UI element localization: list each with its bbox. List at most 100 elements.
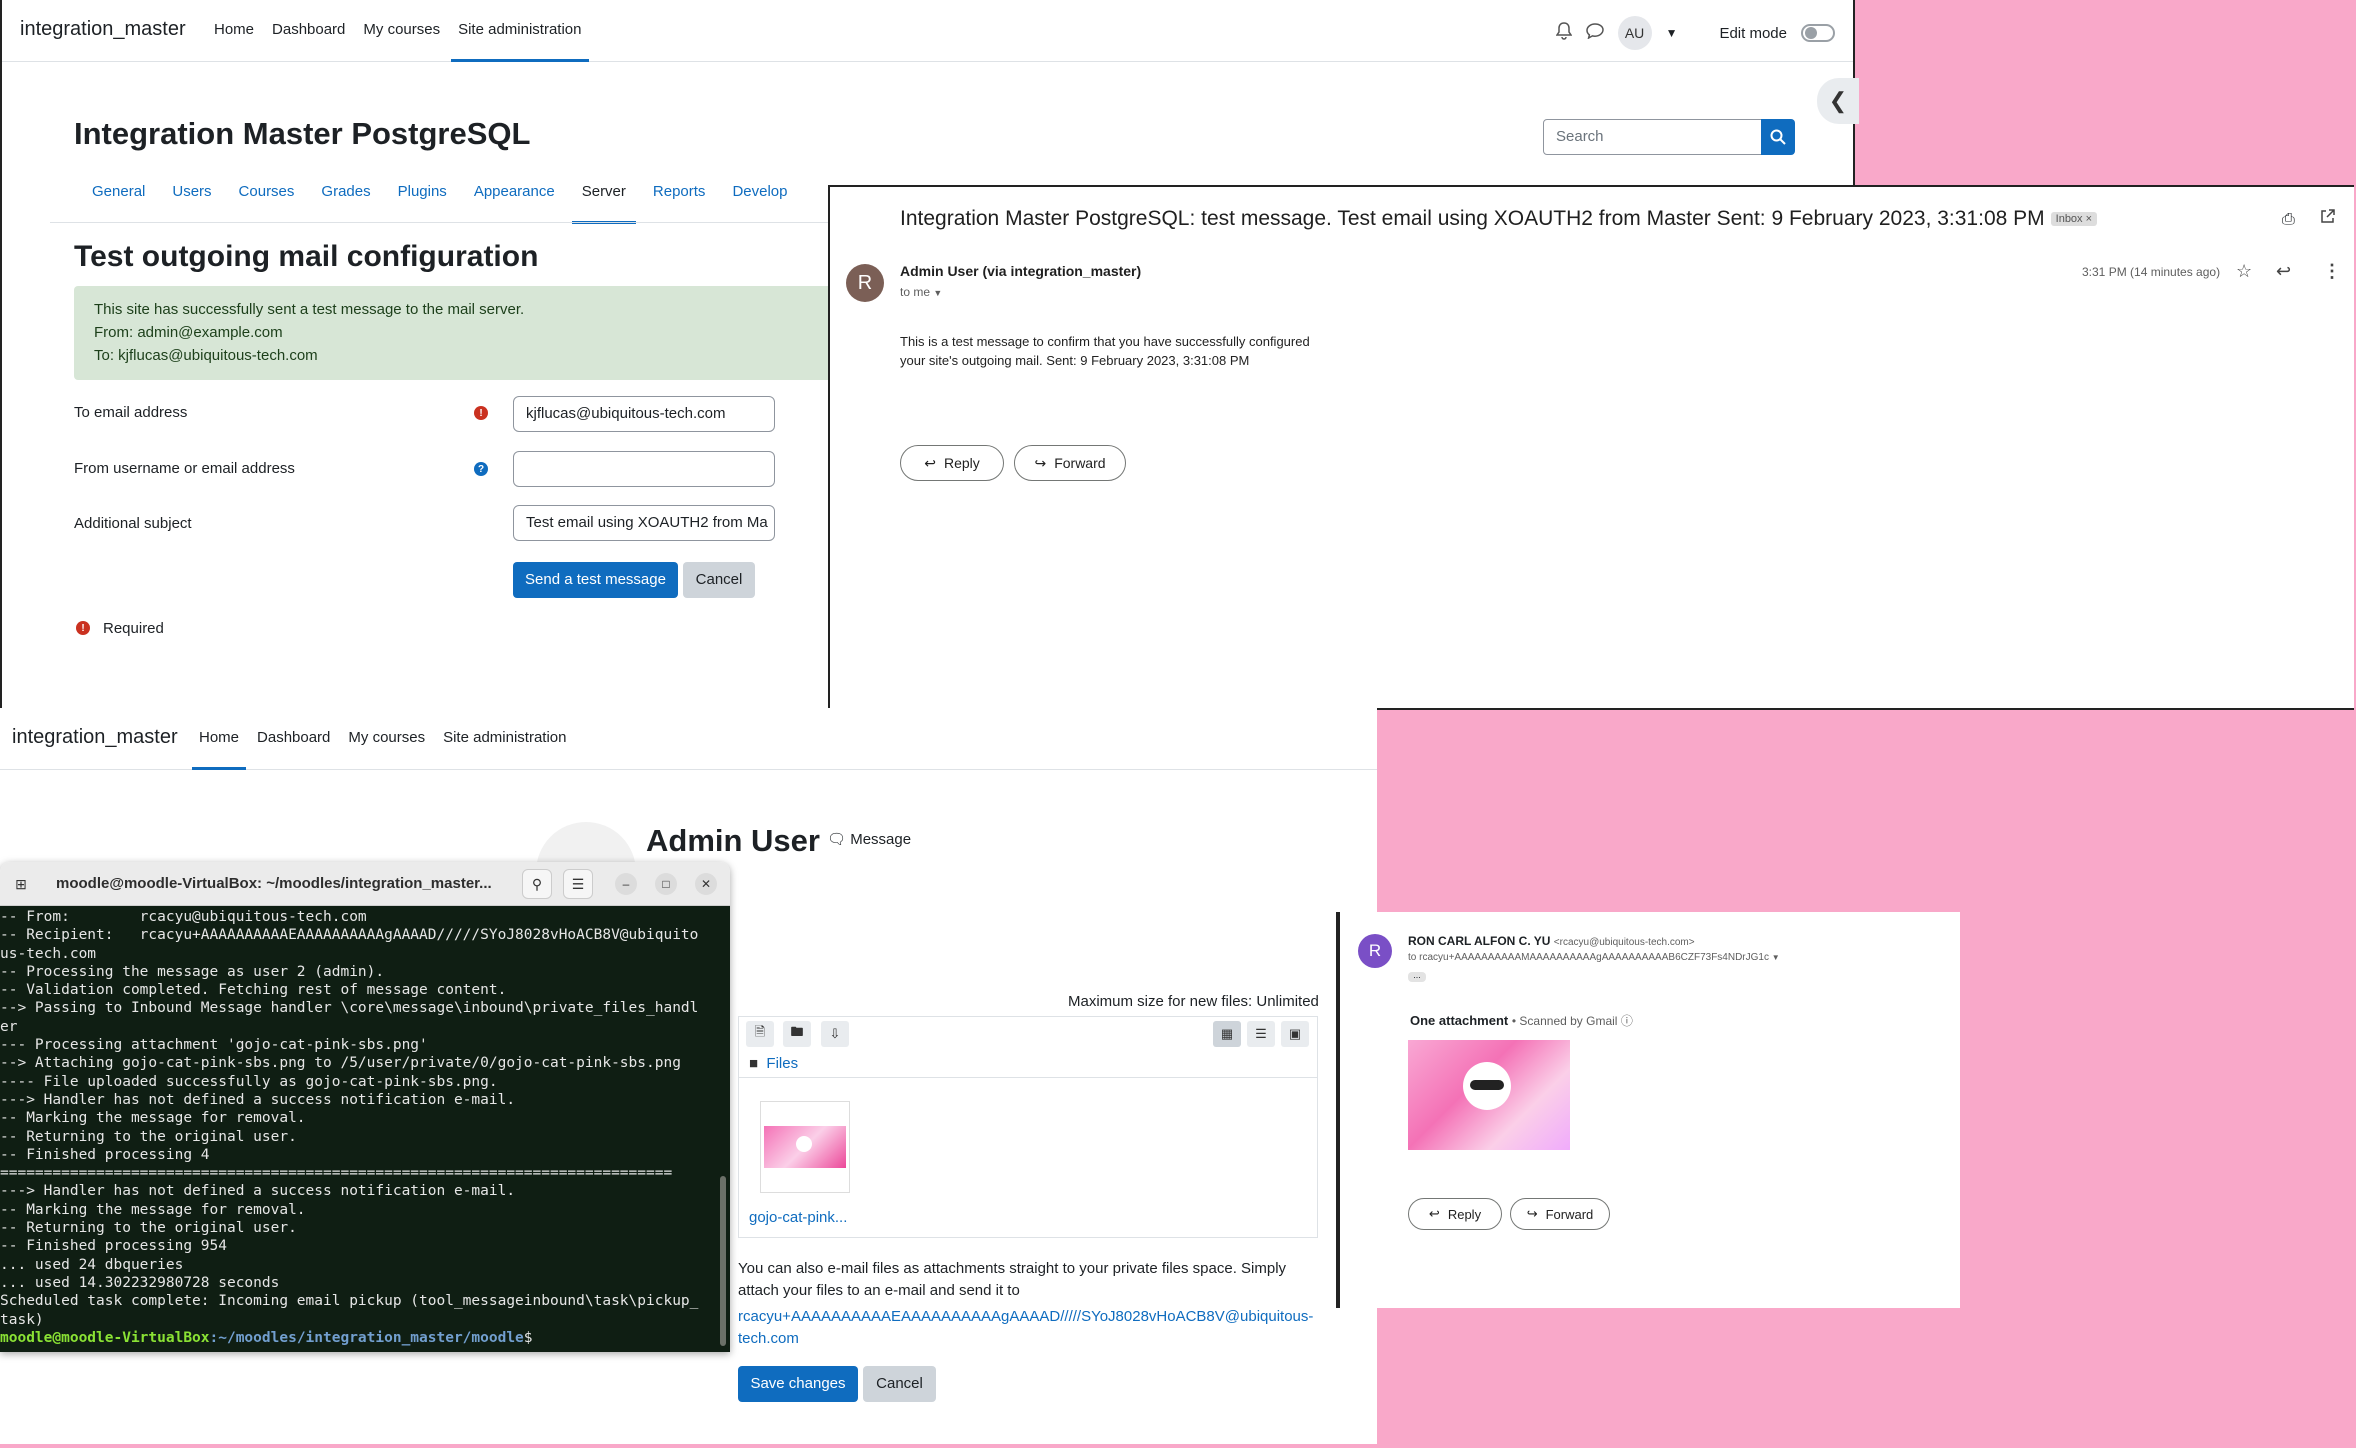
- sender-name[interactable]: RON CARL ALFON C. YU: [1408, 934, 1550, 948]
- forward-button[interactable]: ↪ Forward: [1014, 445, 1126, 481]
- tab-server[interactable]: Server: [571, 168, 636, 224]
- site-brand[interactable]: integration_master: [12, 726, 178, 749]
- inbound-email-link-cont[interactable]: tech.com: [738, 1328, 1313, 1350]
- reply-label: Reply: [1447, 1206, 1482, 1222]
- nav-dashboard[interactable]: Dashboard: [265, 0, 352, 62]
- tree-view-icon[interactable]: ▣: [1281, 1021, 1309, 1047]
- minimize-icon[interactable]: –: [615, 873, 637, 895]
- reply-icon[interactable]: ↩: [2276, 261, 2291, 282]
- tab-plugins[interactable]: Plugins: [398, 168, 447, 224]
- nav-dashboard[interactable]: Dashboard: [250, 708, 337, 770]
- terminal-line: -- Marking the message for removal.: [0, 1110, 306, 1127]
- info-line: You can also e-mail files as attachments…: [738, 1260, 1287, 1277]
- recipient-text: to rcacyu+AAAAAAAAAAMAAAAAAAAAAgAAAAAAAA…: [1408, 952, 1769, 963]
- open-new-window-icon[interactable]: [2320, 209, 2335, 229]
- sender-name[interactable]: Admin User (via integration_master): [900, 263, 1141, 279]
- nav-my-courses[interactable]: My courses: [356, 0, 447, 62]
- tab-grades[interactable]: Grades: [321, 168, 370, 224]
- grid-view-icon[interactable]: ▦: [1213, 1021, 1241, 1047]
- nav-home[interactable]: Home: [192, 708, 247, 770]
- show-trimmed-content-icon[interactable]: ...: [1408, 971, 1426, 982]
- terminal-line: ========================================…: [0, 1165, 673, 1182]
- files-breadcrumb[interactable]: ■ Files: [749, 1055, 798, 1072]
- close-icon[interactable]: ✕: [695, 873, 717, 895]
- recipient-dropdown[interactable]: to rcacyu+AAAAAAAAAAMAAAAAAAAAAgAAAAAAAA…: [1408, 952, 1780, 963]
- file-name[interactable]: gojo-cat-pink...: [749, 1209, 847, 1226]
- tab-reports[interactable]: Reports: [653, 168, 706, 224]
- star-icon[interactable]: ☆: [2236, 261, 2252, 282]
- hamburger-menu-icon[interactable]: ☰: [563, 869, 593, 899]
- to-email-field[interactable]: kjflucas@ubiquitous-tech.com: [513, 396, 775, 432]
- search-input[interactable]: Search: [1543, 119, 1763, 155]
- recipient-dropdown[interactable]: to me ▼: [900, 285, 942, 299]
- additional-subject-field[interactable]: Test email using XOAUTH2 from Ma: [513, 505, 775, 541]
- download-icon[interactable]: ⇩: [821, 1021, 849, 1047]
- message-link[interactable]: 🗨 Message: [827, 830, 911, 848]
- forward-button[interactable]: ↪ Forward: [1510, 1198, 1610, 1230]
- info-line: attach your files to an e-mail and send …: [738, 1282, 1020, 1299]
- attachment-thumbnail[interactable]: [1408, 1040, 1570, 1150]
- search-button[interactable]: [1761, 119, 1795, 155]
- nav-home[interactable]: Home: [207, 0, 261, 62]
- from-username-field[interactable]: [513, 451, 775, 487]
- maximize-icon[interactable]: □: [655, 873, 677, 895]
- nav-my-courses[interactable]: My courses: [341, 708, 432, 770]
- more-vert-icon[interactable]: ⋮: [2323, 261, 2341, 282]
- new-tab-icon[interactable]: ⊞: [6, 869, 36, 899]
- search-icon: [1770, 129, 1786, 145]
- user-avatar[interactable]: AU: [1617, 16, 1652, 50]
- create-folder-icon[interactable]: 🖿: [783, 1021, 811, 1047]
- files-breadcrumb-label: Files: [766, 1055, 799, 1072]
- tab-development[interactable]: Develop: [732, 168, 787, 224]
- chevron-down-icon[interactable]: ▼: [1666, 26, 1678, 40]
- from-username-label: From username or email address: [74, 460, 295, 477]
- chat-bubble-icon[interactable]: [1585, 23, 1604, 43]
- reply-label: Reply: [943, 455, 980, 471]
- reply-button[interactable]: ↩ Reply: [1408, 1198, 1502, 1230]
- section-heading: Test outgoing mail configuration: [74, 240, 539, 273]
- alert-line: From: admin@example.com: [94, 324, 283, 341]
- tab-users[interactable]: Users: [172, 168, 211, 224]
- nav-site-administration[interactable]: Site administration: [436, 708, 573, 770]
- file-thumbnail[interactable]: [760, 1101, 850, 1193]
- drawer-toggle-chevron-left-icon[interactable]: ❮: [1817, 78, 1859, 124]
- add-file-icon[interactable]: 🗎: [746, 1021, 774, 1047]
- admin-section-tabs: General Users Courses Grades Plugins App…: [82, 168, 804, 224]
- print-icon[interactable]: ⎙: [2282, 211, 2295, 229]
- terminal-line: task): [0, 1311, 44, 1328]
- cancel-button[interactable]: Cancel: [683, 562, 755, 598]
- tabs-divider: [50, 222, 830, 223]
- help-icon[interactable]: ?: [474, 462, 488, 476]
- profile-name: Admin User: [646, 823, 820, 858]
- save-changes-button[interactable]: Save changes: [738, 1366, 858, 1402]
- tab-courses[interactable]: Courses: [239, 168, 295, 224]
- inbox-label[interactable]: Inbox ×: [2050, 212, 2098, 227]
- site-brand[interactable]: integration_master: [20, 18, 186, 41]
- send-test-message-button[interactable]: Send a test message: [513, 562, 678, 598]
- terminal-line: --- Processing attachment 'gojo-cat-pink…: [0, 1037, 428, 1054]
- terminal-scrollbar[interactable]: [720, 1176, 726, 1346]
- bell-icon[interactable]: [1555, 22, 1572, 44]
- cancel-button[interactable]: Cancel: [863, 1366, 936, 1402]
- navbar-right: AU ▼ Edit mode: [1555, 16, 1835, 50]
- primary-nav: Home Dashboard My courses Site administr…: [207, 0, 593, 62]
- attachment-count: One attachment: [1410, 1013, 1509, 1028]
- email-body: This is a test message to confirm that y…: [900, 332, 1310, 370]
- search-icon[interactable]: ⚲: [522, 869, 552, 899]
- edit-mode-toggle[interactable]: [1801, 24, 1835, 42]
- terminal-titlebar: ⊞ moodle@moodle-VirtualBox: ~/moodles/in…: [0, 862, 730, 906]
- tab-general[interactable]: General: [92, 168, 145, 224]
- terminal-output[interactable]: -- From: rcacyu@ubiquitous-tech.com -- Re…: [0, 906, 730, 1352]
- email-files-info: You can also e-mail files as attachments…: [738, 1258, 1313, 1350]
- required-icon: !: [76, 621, 90, 635]
- additional-subject-label: Additional subject: [74, 515, 192, 532]
- terminal-line: -- Finished processing 954: [0, 1238, 227, 1255]
- edit-mode-label: Edit mode: [1719, 24, 1787, 42]
- tab-appearance[interactable]: Appearance: [474, 168, 555, 224]
- inbound-email-link[interactable]: rcacyu+AAAAAAAAAAEAAAAAAAAAAgAAAAD/////S…: [738, 1306, 1313, 1328]
- nav-site-administration[interactable]: Site administration: [451, 0, 589, 62]
- cat-head: [796, 1136, 812, 1152]
- reply-button[interactable]: ↩ Reply: [900, 445, 1004, 481]
- list-view-icon[interactable]: ☰: [1247, 1021, 1275, 1047]
- chat-bubble-icon: 🗨: [827, 831, 847, 848]
